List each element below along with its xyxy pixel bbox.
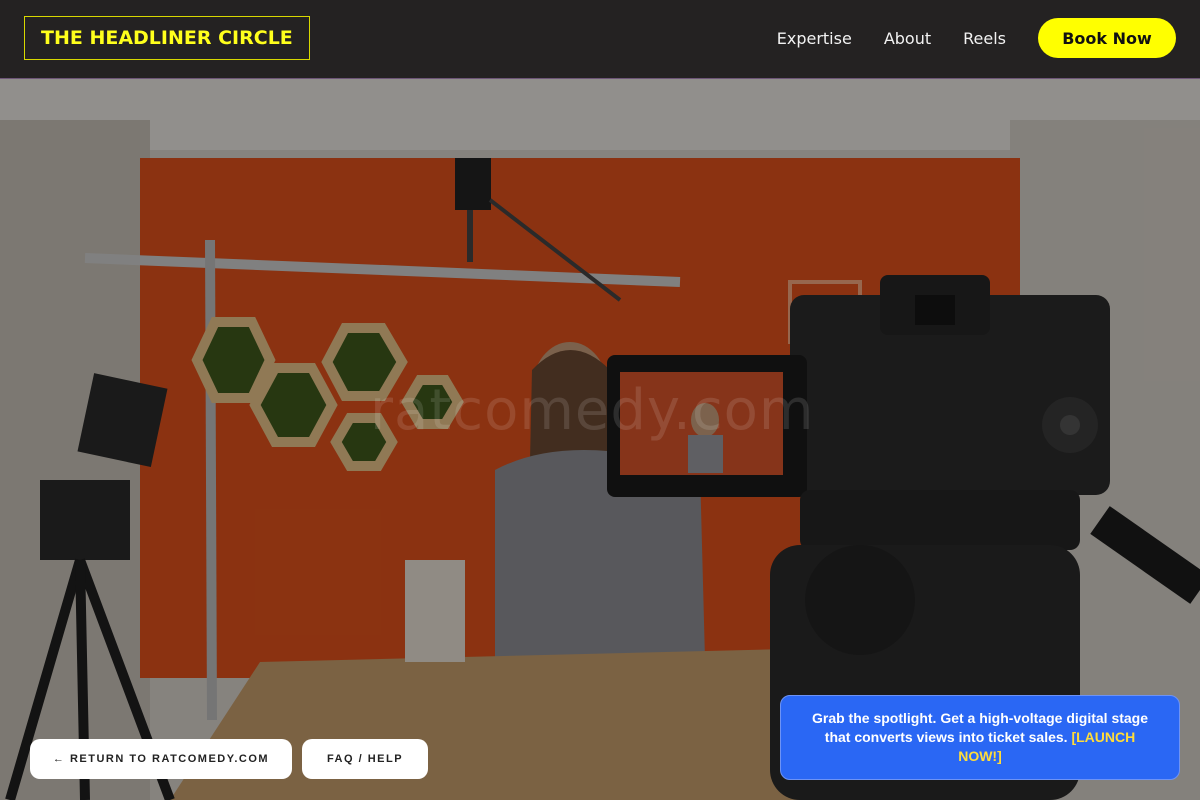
nav-link-expertise[interactable]: Expertise: [777, 29, 852, 48]
faq-help-button[interactable]: FAQ / HELP: [302, 739, 428, 779]
nav-links: Expertise About Reels Book Now: [777, 18, 1176, 58]
site-logo[interactable]: THE HEADLINER CIRCLE: [24, 16, 310, 60]
nav-link-reels[interactable]: Reels: [963, 29, 1006, 48]
book-now-button[interactable]: Book Now: [1038, 18, 1176, 58]
return-to-site-button[interactable]: ← RETURN TO RATCOMEDY.COM: [30, 739, 292, 779]
watermark: ratcomedy.com: [370, 378, 815, 443]
top-navbar: THE HEADLINER CIRCLE Expertise About Ree…: [0, 0, 1200, 79]
nav-link-about[interactable]: About: [884, 29, 931, 48]
promo-banner[interactable]: Grab the spotlight. Get a high-voltage d…: [780, 695, 1180, 780]
